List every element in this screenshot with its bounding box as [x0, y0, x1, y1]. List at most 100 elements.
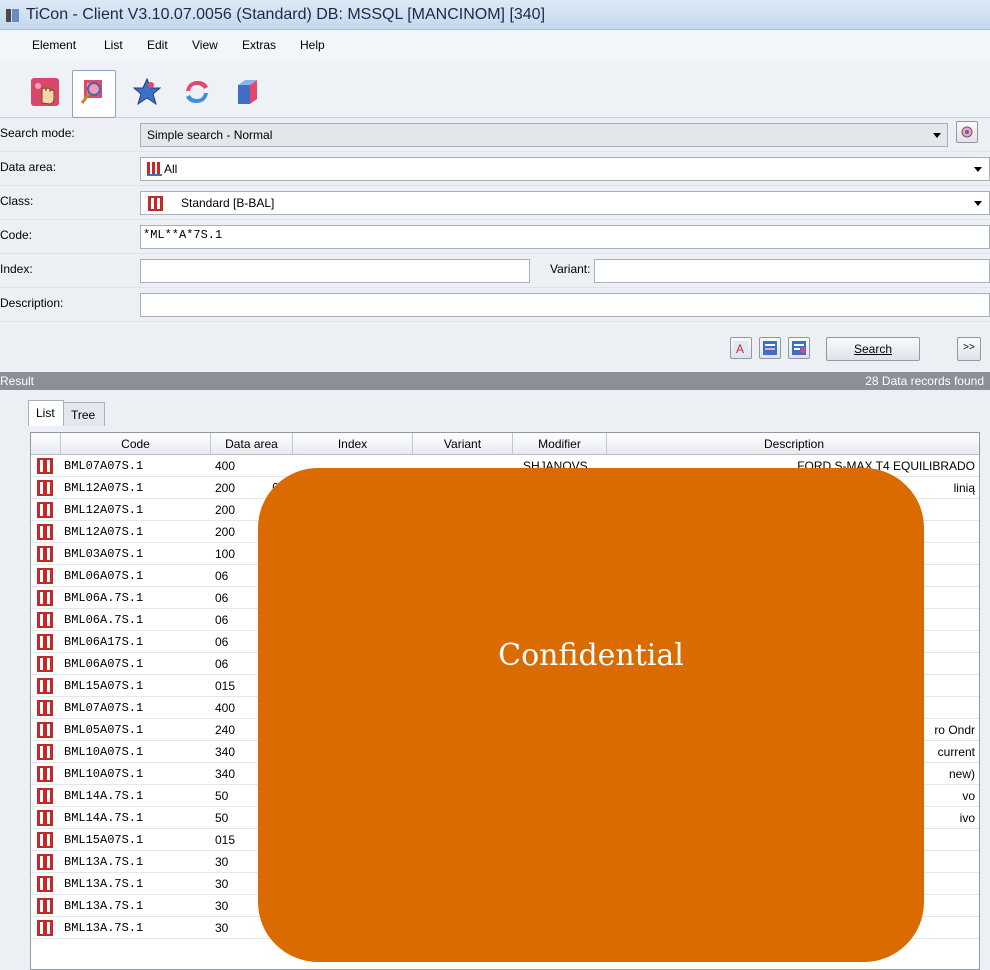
favorites-button[interactable] [124, 70, 168, 114]
app-icon [6, 9, 20, 22]
cube-icon [238, 80, 257, 104]
element-type-icon [37, 744, 53, 760]
cell-description: new) [948, 767, 975, 781]
cell-area: 100 [215, 547, 236, 561]
cell-area: 340 [215, 745, 236, 759]
cell-description: vo [962, 789, 975, 803]
confidential-label: Confidential [498, 638, 684, 673]
code-input[interactable]: *ML**A*7S.1 [140, 225, 990, 249]
menu-help[interactable]: Help [300, 38, 325, 52]
menu-edit[interactable]: Edit [147, 38, 168, 52]
class-icon [148, 196, 163, 211]
cell-code: BML15A07S.1 [64, 679, 144, 693]
menu-element[interactable]: Element [32, 38, 76, 52]
cell-area: 400 [215, 459, 236, 473]
description-row: Description: [0, 288, 990, 322]
element-type-icon [37, 898, 53, 914]
class-select[interactable]: Standard [B-BAL] [140, 191, 990, 215]
cell-code: BML12A07S.1 [64, 503, 144, 517]
cell-code: BML03A07S.1 [64, 547, 144, 561]
element-type-icon [37, 766, 53, 782]
cell-description: linią [953, 481, 975, 495]
svg-text:A: A [736, 342, 744, 356]
cell-area: 200 [215, 503, 236, 517]
search-button[interactable]: Search [826, 337, 920, 361]
search-magnifier-icon [80, 80, 102, 104]
grid-header: Code Data area Index Variant Modifier De… [31, 433, 979, 455]
header-data-area[interactable]: Data area [211, 433, 293, 455]
list-details-button[interactable] [788, 337, 810, 359]
header-variant[interactable]: Variant [413, 433, 513, 455]
header-description[interactable]: Description [607, 433, 979, 455]
data-area-select[interactable]: All [140, 157, 990, 181]
element-type-icon [37, 634, 53, 650]
class-row: Class: Standard [B-BAL] [0, 186, 990, 220]
element-type-icon [37, 832, 53, 848]
menu-view[interactable]: View [192, 38, 218, 52]
paint-icon [961, 126, 973, 138]
search-button-toolbar[interactable] [72, 70, 116, 118]
cell-area: 50 [215, 811, 229, 825]
element-type-icon [37, 546, 53, 562]
window-title: TiCon - Client V3.10.07.0056 (Standard) … [26, 6, 546, 23]
cell-area: 400 [215, 701, 236, 715]
refresh-arrows-icon [186, 81, 208, 103]
main-toolbar [0, 60, 990, 118]
menu-bar: Element List Edit View Extras Help [0, 30, 990, 60]
tab-list[interactable]: List [28, 400, 64, 426]
text-style-icon: A [734, 341, 748, 356]
cell-description: ro Ondr [934, 723, 975, 737]
element-type-icon [37, 568, 53, 584]
cell-area: 30 [215, 921, 229, 935]
more-button[interactable]: >> [957, 337, 981, 361]
chevron-down-icon [933, 133, 941, 138]
cell-code: BML06A.7S.1 [64, 591, 144, 605]
element-type-icon [37, 854, 53, 870]
cell-code: BML13A.7S.1 [64, 855, 144, 869]
cube-button[interactable] [224, 70, 268, 114]
result-label: Result [0, 374, 35, 388]
cell-code: BML13A.7S.1 [64, 877, 144, 891]
cell-description: current [937, 745, 975, 759]
all-areas-icon [147, 162, 162, 176]
cell-area: 240 [215, 723, 236, 737]
cell-area: 30 [215, 855, 229, 869]
cell-area: 06 [215, 613, 229, 627]
variant-input[interactable] [594, 259, 990, 283]
element-type-icon [37, 810, 53, 826]
search-mode-options-button[interactable] [956, 121, 978, 143]
refresh-button[interactable] [174, 70, 218, 114]
header-modifier[interactable]: Modifier [513, 433, 607, 455]
menu-list[interactable]: List [104, 38, 123, 52]
cell-area: 015 [215, 833, 236, 847]
description-input[interactable] [140, 293, 990, 317]
touch-button[interactable] [22, 70, 66, 114]
cell-code: BML14A.7S.1 [64, 811, 144, 825]
header-code[interactable]: Code [61, 433, 211, 455]
chevron-down-icon [974, 167, 982, 172]
cell-area: 30 [215, 877, 229, 891]
element-type-icon [37, 656, 53, 672]
tab-tree[interactable]: Tree [63, 402, 105, 426]
search-mode-select[interactable]: Simple search - Normal [140, 123, 948, 147]
cell-code: BML13A.7S.1 [64, 899, 144, 913]
menu-extras[interactable]: Extras [242, 38, 276, 52]
index-label: Index: [0, 262, 33, 276]
confidential-overlay: Confidential [258, 468, 924, 962]
add-list-button[interactable] [759, 337, 781, 359]
index-input[interactable] [140, 259, 530, 283]
header-index[interactable]: Index [293, 433, 413, 455]
element-type-icon [37, 700, 53, 716]
star-icon [132, 77, 162, 106]
element-type-icon [37, 788, 53, 804]
element-type-icon [37, 722, 53, 738]
cell-code: BML06A07S.1 [64, 569, 144, 583]
search-mode-label: Search mode: [0, 126, 75, 140]
element-type-icon [37, 502, 53, 518]
search-mode-row: Search mode: Simple search - Normal [0, 118, 990, 152]
list-details-icon [792, 341, 806, 355]
text-filter-button[interactable]: A [730, 337, 752, 359]
cell-code: BML12A07S.1 [64, 481, 144, 495]
cell-code: BML15A07S.1 [64, 833, 144, 847]
element-type-icon [37, 678, 53, 694]
